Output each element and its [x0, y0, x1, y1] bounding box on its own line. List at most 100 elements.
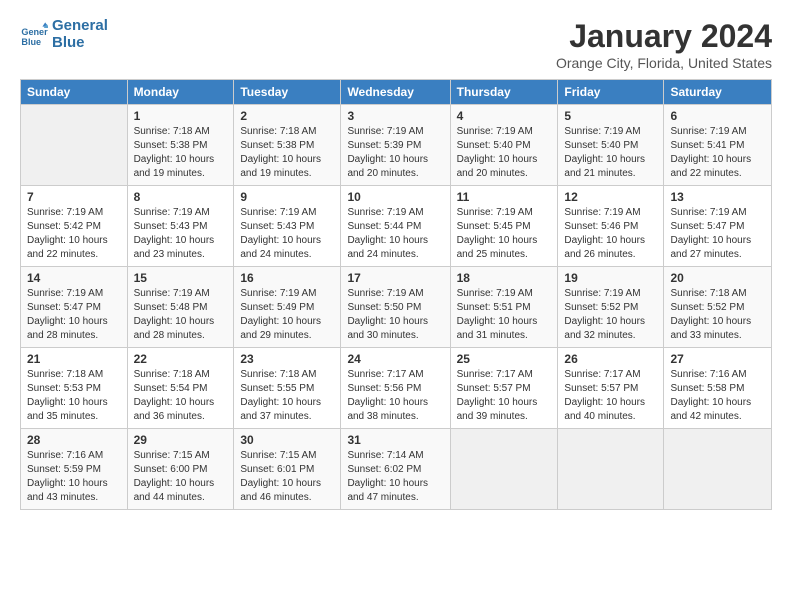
calendar-header-tuesday: Tuesday: [234, 80, 341, 105]
day-number: 3: [347, 109, 443, 123]
day-number: 8: [134, 190, 228, 204]
day-detail: Sunrise: 7:19 AMSunset: 5:44 PMDaylight:…: [347, 206, 443, 262]
day-detail: Sunrise: 7:18 AMSunset: 5:38 PMDaylight:…: [134, 125, 228, 181]
day-number: 29: [134, 433, 228, 447]
calendar-week-1: 1 Sunrise: 7:18 AMSunset: 5:38 PMDaylight…: [21, 105, 772, 186]
day-detail: Sunrise: 7:19 AMSunset: 5:40 PMDaylight:…: [564, 125, 657, 181]
day-detail: Sunrise: 7:19 AMSunset: 5:47 PMDaylight:…: [27, 287, 121, 343]
day-number: 9: [240, 190, 334, 204]
day-detail: Sunrise: 7:19 AMSunset: 5:50 PMDaylight:…: [347, 287, 443, 343]
day-detail: Sunrise: 7:19 AMSunset: 5:52 PMDaylight:…: [564, 287, 657, 343]
day-detail: Sunrise: 7:18 AMSunset: 5:38 PMDaylight:…: [240, 125, 334, 181]
day-detail: Sunrise: 7:19 AMSunset: 5:49 PMDaylight:…: [240, 287, 334, 343]
calendar-header-saturday: Saturday: [664, 80, 772, 105]
day-detail: Sunrise: 7:19 AMSunset: 5:47 PMDaylight:…: [670, 206, 765, 262]
calendar-cell: 23 Sunrise: 7:18 AMSunset: 5:55 PMDayligh…: [234, 348, 341, 429]
svg-text:General: General: [21, 27, 48, 37]
day-number: 22: [134, 352, 228, 366]
day-detail: Sunrise: 7:17 AMSunset: 5:57 PMDaylight:…: [564, 368, 657, 424]
header: General Blue General Blue January 2024 O…: [20, 18, 772, 71]
day-detail: Sunrise: 7:19 AMSunset: 5:43 PMDaylight:…: [134, 206, 228, 262]
logo-icon: General Blue: [20, 21, 48, 49]
day-number: 7: [27, 190, 121, 204]
day-detail: Sunrise: 7:19 AMSunset: 5:45 PMDaylight:…: [457, 206, 552, 262]
calendar-cell: 31Sunrise: 7:14 AMSunset: 6:02 PMDayligh…: [341, 429, 450, 510]
day-number: 18: [457, 271, 552, 285]
calendar-header-wednesday: Wednesday: [341, 80, 450, 105]
day-number: 27: [670, 352, 765, 366]
calendar-cell: 7 Sunrise: 7:19 AMSunset: 5:42 PMDaylight…: [21, 186, 128, 267]
day-detail: Sunrise: 7:19 AMSunset: 5:40 PMDaylight:…: [457, 125, 552, 181]
calendar-body: 1 Sunrise: 7:18 AMSunset: 5:38 PMDaylight…: [21, 105, 772, 510]
day-detail: Sunrise: 7:18 AMSunset: 5:52 PMDaylight:…: [670, 287, 765, 343]
day-detail: Sunrise: 7:19 AMSunset: 5:51 PMDaylight:…: [457, 287, 552, 343]
calendar-cell: 29 Sunrise: 7:15 AMSunset: 6:00 PMDayligh…: [127, 429, 234, 510]
calendar-cell: 19 Sunrise: 7:19 AMSunset: 5:52 PMDayligh…: [558, 267, 664, 348]
calendar-week-5: 28 Sunrise: 7:16 AMSunset: 5:59 PMDayligh…: [21, 429, 772, 510]
calendar-cell: 22 Sunrise: 7:18 AMSunset: 5:54 PMDayligh…: [127, 348, 234, 429]
day-number: 21: [27, 352, 121, 366]
day-detail: Sunrise: 7:19 AMSunset: 5:39 PMDaylight:…: [347, 125, 443, 181]
calendar-cell: [664, 429, 772, 510]
day-number: 19: [564, 271, 657, 285]
calendar-header-monday: Monday: [127, 80, 234, 105]
day-detail: Sunrise: 7:19 AMSunset: 5:43 PMDaylight:…: [240, 206, 334, 262]
day-detail: Sunrise: 7:18 AMSunset: 5:54 PMDaylight:…: [134, 368, 228, 424]
day-number: 1: [134, 109, 228, 123]
day-number: 28: [27, 433, 121, 447]
day-detail: Sunrise: 7:16 AMSunset: 5:59 PMDaylight:…: [27, 449, 121, 505]
calendar-header-row: SundayMondayTuesdayWednesdayThursdayFrid…: [21, 80, 772, 105]
day-number: 13: [670, 190, 765, 204]
calendar-cell: 28 Sunrise: 7:16 AMSunset: 5:59 PMDayligh…: [21, 429, 128, 510]
day-detail: Sunrise: 7:17 AMSunset: 5:57 PMDaylight:…: [457, 368, 552, 424]
calendar-cell: 12 Sunrise: 7:19 AMSunset: 5:46 PMDayligh…: [558, 186, 664, 267]
day-number: 25: [457, 352, 552, 366]
day-detail: Sunrise: 7:19 AMSunset: 5:42 PMDaylight:…: [27, 206, 121, 262]
day-number: 16: [240, 271, 334, 285]
calendar-cell: 6Sunrise: 7:19 AMSunset: 5:41 PMDaylight…: [664, 105, 772, 186]
calendar-cell: 4Sunrise: 7:19 AMSunset: 5:40 PMDaylight…: [450, 105, 558, 186]
calendar-cell: 30 Sunrise: 7:15 AMSunset: 6:01 PMDayligh…: [234, 429, 341, 510]
calendar-cell: 24 Sunrise: 7:17 AMSunset: 5:56 PMDayligh…: [341, 348, 450, 429]
calendar-cell: 14Sunrise: 7:19 AMSunset: 5:47 PMDayligh…: [21, 267, 128, 348]
calendar-cell: 8 Sunrise: 7:19 AMSunset: 5:43 PMDaylight…: [127, 186, 234, 267]
day-number: 2: [240, 109, 334, 123]
day-detail: Sunrise: 7:15 AMSunset: 6:00 PMDaylight:…: [134, 449, 228, 505]
calendar-week-3: 14Sunrise: 7:19 AMSunset: 5:47 PMDayligh…: [21, 267, 772, 348]
day-number: 5: [564, 109, 657, 123]
calendar-cell: 3 Sunrise: 7:19 AMSunset: 5:39 PMDaylight…: [341, 105, 450, 186]
day-number: 10: [347, 190, 443, 204]
calendar-header-sunday: Sunday: [21, 80, 128, 105]
calendar-cell: 5 Sunrise: 7:19 AMSunset: 5:40 PMDaylight…: [558, 105, 664, 186]
day-number: 30: [240, 433, 334, 447]
day-number: 17: [347, 271, 443, 285]
day-detail: Sunrise: 7:16 AMSunset: 5:58 PMDaylight:…: [670, 368, 765, 424]
logo-text-general: General: [52, 18, 108, 35]
day-number: 24: [347, 352, 443, 366]
calendar-cell: 16 Sunrise: 7:19 AMSunset: 5:49 PMDayligh…: [234, 267, 341, 348]
calendar-cell: 9 Sunrise: 7:19 AMSunset: 5:43 PMDaylight…: [234, 186, 341, 267]
logo-text-blue: Blue: [52, 35, 108, 52]
subtitle: Orange City, Florida, United States: [556, 55, 772, 71]
calendar-cell: 11 Sunrise: 7:19 AMSunset: 5:45 PMDayligh…: [450, 186, 558, 267]
day-number: 11: [457, 190, 552, 204]
day-number: 20: [670, 271, 765, 285]
title-block: January 2024 Orange City, Florida, Unite…: [556, 18, 772, 71]
day-detail: Sunrise: 7:15 AMSunset: 6:01 PMDaylight:…: [240, 449, 334, 505]
calendar-cell: 18 Sunrise: 7:19 AMSunset: 5:51 PMDayligh…: [450, 267, 558, 348]
calendar-cell: 20 Sunrise: 7:18 AMSunset: 5:52 PMDayligh…: [664, 267, 772, 348]
logo: General Blue General Blue: [20, 18, 108, 51]
day-number: 23: [240, 352, 334, 366]
calendar-header-friday: Friday: [558, 80, 664, 105]
calendar-cell: 17 Sunrise: 7:19 AMSunset: 5:50 PMDayligh…: [341, 267, 450, 348]
day-number: 31: [347, 433, 443, 447]
calendar-week-2: 7 Sunrise: 7:19 AMSunset: 5:42 PMDaylight…: [21, 186, 772, 267]
day-detail: Sunrise: 7:19 AMSunset: 5:48 PMDaylight:…: [134, 287, 228, 343]
calendar-header-thursday: Thursday: [450, 80, 558, 105]
day-detail: Sunrise: 7:17 AMSunset: 5:56 PMDaylight:…: [347, 368, 443, 424]
calendar-cell: 1 Sunrise: 7:18 AMSunset: 5:38 PMDaylight…: [127, 105, 234, 186]
calendar-cell: 15Sunrise: 7:19 AMSunset: 5:48 PMDayligh…: [127, 267, 234, 348]
day-number: 12: [564, 190, 657, 204]
day-detail: Sunrise: 7:18 AMSunset: 5:55 PMDaylight:…: [240, 368, 334, 424]
day-detail: Sunrise: 7:19 AMSunset: 5:46 PMDaylight:…: [564, 206, 657, 262]
